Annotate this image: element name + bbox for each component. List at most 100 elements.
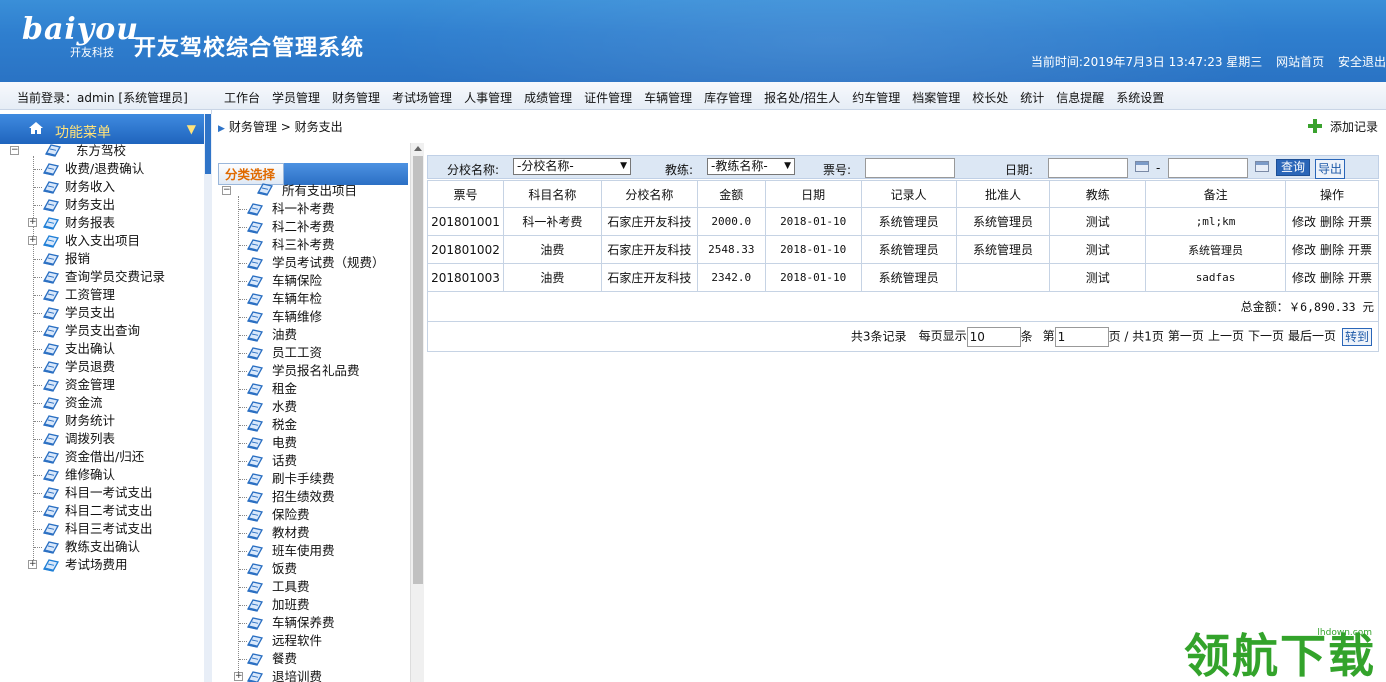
calendar-icon[interactable] xyxy=(1135,161,1149,172)
nav-item[interactable]: 财务管理 xyxy=(332,91,380,105)
delete-link[interactable]: 删除 xyxy=(1320,243,1344,257)
category-item[interactable]: 餐费 xyxy=(218,650,408,668)
delete-link[interactable]: 删除 xyxy=(1320,215,1344,229)
tree-root[interactable]: − 东方驾校 xyxy=(0,142,204,160)
pager-last-link[interactable]: 最后一页 xyxy=(1288,329,1336,343)
category-item[interactable]: + 退培训费 xyxy=(218,668,408,682)
sidebar-item[interactable]: 学员支出查询 xyxy=(0,322,204,340)
category-item[interactable]: 车辆保养费 xyxy=(218,614,408,632)
sidebar-item[interactable]: 科目二考试支出 xyxy=(0,502,204,520)
edit-link[interactable]: 修改 xyxy=(1292,215,1316,229)
function-menu-header[interactable]: 功能菜单 ▼ xyxy=(0,114,204,144)
sidebar-item[interactable]: + 收入支出项目 xyxy=(0,232,204,250)
category-item[interactable]: 学员考试费（规费） xyxy=(218,254,408,272)
goto-button[interactable]: 转到 xyxy=(1341,327,1372,346)
category-item[interactable]: 税金 xyxy=(218,416,408,434)
sidebar-item[interactable]: 科目三考试支出 xyxy=(0,520,204,538)
expand-toggle-icon[interactable]: + xyxy=(234,672,243,681)
category-item[interactable]: 饭费 xyxy=(218,560,408,578)
sidebar-item[interactable]: 调拨列表 xyxy=(0,430,204,448)
category-scrollbar[interactable] xyxy=(410,143,424,682)
category-item[interactable]: 租金 xyxy=(218,380,408,398)
sidebar-item[interactable]: 收费/退费确认 xyxy=(0,160,204,178)
category-item[interactable]: 远程软件 xyxy=(218,632,408,650)
nav-item[interactable]: 证件管理 xyxy=(584,91,632,105)
category-item[interactable]: 车辆年检 xyxy=(218,290,408,308)
nav-item[interactable]: 约车管理 xyxy=(852,91,900,105)
nav-item[interactable]: 人事管理 xyxy=(464,91,512,105)
date-to-input[interactable] xyxy=(1168,158,1248,178)
pager-next-link[interactable]: 下一页 xyxy=(1248,329,1284,343)
category-item[interactable]: 加班费 xyxy=(218,596,408,614)
scroll-thumb[interactable] xyxy=(413,156,423,584)
category-item[interactable]: 科三补考费 xyxy=(218,236,408,254)
nav-item[interactable]: 考试场管理 xyxy=(392,91,452,105)
sidebar-item[interactable]: 科目一考试支出 xyxy=(0,484,204,502)
category-item[interactable]: 保险费 xyxy=(218,506,408,524)
export-button[interactable]: 导出 xyxy=(1315,159,1346,179)
nav-item[interactable]: 校长处 xyxy=(972,91,1008,105)
school-select[interactable]: -分校名称- ▼ xyxy=(513,158,631,175)
sidebar-item[interactable]: 学员退费 xyxy=(0,358,204,376)
sidebar-item[interactable]: 资金流 xyxy=(0,394,204,412)
nav-item[interactable]: 成绩管理 xyxy=(524,91,572,105)
category-item[interactable]: 刷卡手续费 xyxy=(218,470,408,488)
category-item[interactable]: 班车使用费 xyxy=(218,542,408,560)
nav-item[interactable]: 学员管理 xyxy=(272,91,320,105)
collapse-caret-icon[interactable]: ▼ xyxy=(187,122,196,136)
sidebar-item[interactable]: + 考试场费用 xyxy=(0,556,204,574)
invoice-link[interactable]: 开票 xyxy=(1348,215,1372,229)
nav-item[interactable]: 工作台 xyxy=(224,91,260,105)
sidebar-item[interactable]: 资金借出/归还 xyxy=(0,448,204,466)
page-input[interactable]: 1 xyxy=(1054,326,1109,347)
category-item[interactable]: 车辆保险 xyxy=(218,272,408,290)
category-item[interactable]: 油费 xyxy=(218,326,408,344)
sidebar-item[interactable]: 财务支出 xyxy=(0,196,204,214)
edit-link[interactable]: 修改 xyxy=(1292,243,1316,257)
sidebar-item[interactable]: 财务收入 xyxy=(0,178,204,196)
category-item[interactable]: 水费 xyxy=(218,398,408,416)
delete-link[interactable]: 删除 xyxy=(1320,271,1344,285)
sidebar-item[interactable]: 教练支出确认 xyxy=(0,538,204,556)
sidebar-item[interactable]: 支出确认 xyxy=(0,340,204,358)
search-button[interactable]: 查询 xyxy=(1276,159,1311,176)
per-page-input[interactable]: 10 xyxy=(966,326,1021,347)
category-item[interactable]: 招生绩效费 xyxy=(218,488,408,506)
invoice-link[interactable]: 开票 xyxy=(1348,243,1372,257)
nav-item[interactable]: 车辆管理 xyxy=(644,91,692,105)
nav-item[interactable]: 报名处/招生人 xyxy=(764,91,840,105)
sidebar-item[interactable]: 财务统计 xyxy=(0,412,204,430)
nav-item[interactable]: 档案管理 xyxy=(912,91,960,105)
invoice-link[interactable]: 开票 xyxy=(1348,271,1372,285)
expand-toggle-icon[interactable]: + xyxy=(28,218,37,227)
category-item[interactable]: 科一补考费 xyxy=(218,200,408,218)
sidebar-item[interactable]: 报销 xyxy=(0,250,204,268)
sidebar-item[interactable]: 维修确认 xyxy=(0,466,204,484)
category-item[interactable]: 车辆维修 xyxy=(218,308,408,326)
pager-prev-link[interactable]: 上一页 xyxy=(1208,329,1244,343)
home-link[interactable]: 网站首页 xyxy=(1276,55,1324,69)
category-item[interactable]: 教材费 xyxy=(218,524,408,542)
nav-item[interactable]: 系统设置 xyxy=(1116,91,1164,105)
category-item[interactable]: 电费 xyxy=(218,434,408,452)
logout-link[interactable]: 安全退出 xyxy=(1338,55,1386,69)
category-item[interactable]: 员工工资 xyxy=(218,344,408,362)
category-item[interactable]: 科二补考费 xyxy=(218,218,408,236)
expand-toggle-icon[interactable]: + xyxy=(28,236,37,245)
coach-select[interactable]: -教练名称- ▼ xyxy=(707,158,795,175)
ticket-input[interactable] xyxy=(865,158,955,178)
category-item[interactable]: 话费 xyxy=(218,452,408,470)
expand-toggle-icon[interactable]: + xyxy=(28,560,37,569)
nav-item[interactable]: 统计 xyxy=(1020,91,1044,105)
category-item[interactable]: 工具费 xyxy=(218,578,408,596)
sidebar-item[interactable]: 学员支出 xyxy=(0,304,204,322)
scroll-up-icon[interactable] xyxy=(414,146,422,151)
category-root[interactable]: − 所有支出项目 xyxy=(218,182,408,200)
sidebar-item[interactable]: 资金管理 xyxy=(0,376,204,394)
calendar-icon[interactable] xyxy=(1255,161,1269,172)
sidebar-scrollbar[interactable] xyxy=(204,114,212,682)
sidebar-item[interactable]: 查询学员交费记录 xyxy=(0,268,204,286)
collapse-toggle-icon[interactable]: − xyxy=(10,146,19,155)
edit-link[interactable]: 修改 xyxy=(1292,271,1316,285)
category-item[interactable]: 学员报名礼品费 xyxy=(218,362,408,380)
